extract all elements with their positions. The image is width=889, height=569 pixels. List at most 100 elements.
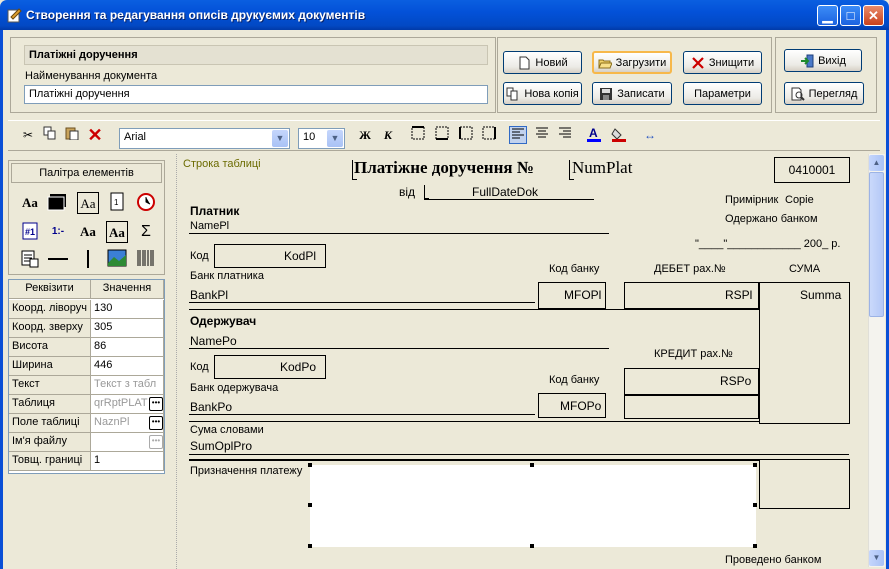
rs-po-field[interactable]: RSPo	[720, 374, 751, 388]
delete-element-icon[interactable]: ✕	[86, 126, 104, 144]
font-name-select[interactable]: Arial	[119, 128, 290, 149]
text-label-tool-icon[interactable]: Aa	[19, 192, 41, 214]
doc-title-bracket	[352, 160, 357, 180]
vline-tool-icon[interactable]	[77, 249, 99, 271]
document-canvas[interactable]: Строка таблиці Платіжне доручення № NumP…	[176, 154, 868, 569]
delete-button[interactable]: Знищити	[683, 51, 762, 74]
date-underline	[424, 199, 594, 200]
bank-po-field[interactable]: BankPo	[190, 400, 232, 414]
prop-name: Текст	[9, 376, 91, 395]
new-copy-button[interactable]: Нова копія	[503, 82, 582, 105]
scroll-down-icon[interactable]: ▼	[869, 550, 884, 566]
date-field[interactable]: FullDateDok	[472, 185, 538, 199]
minimize-button[interactable]: ▁	[817, 5, 838, 26]
num-plat[interactable]: NumPlat	[572, 158, 632, 178]
prop-name: Товщ. границі	[9, 452, 91, 471]
prop-value-left[interactable]: 130	[91, 300, 164, 319]
fill-color-icon[interactable]	[610, 126, 628, 144]
form-code[interactable]: 0410001	[774, 157, 850, 183]
preview-button[interactable]: Перегляд	[784, 82, 864, 105]
receiver-label: Одержувач	[190, 314, 257, 328]
barcode-tool-icon[interactable]	[135, 249, 157, 271]
align-right-icon[interactable]	[556, 126, 574, 144]
selected-purpose-field[interactable]	[310, 465, 756, 547]
db-framed-text-tool-icon[interactable]: Aa	[106, 221, 128, 243]
prop-value-width[interactable]: 446	[91, 357, 164, 376]
hline-tool-icon[interactable]	[47, 249, 69, 271]
prop-name: Таблиця	[9, 395, 91, 414]
filled-rect-tool-icon[interactable]	[47, 192, 69, 214]
sum-tool-icon[interactable]: Σ	[135, 221, 157, 243]
align-left-icon[interactable]	[509, 126, 527, 144]
save-button[interactable]: Записати	[592, 82, 672, 105]
doc-title[interactable]: Платіжне доручення №	[354, 158, 534, 178]
font-name-dropdown-arrow-icon[interactable]: ▼	[272, 130, 288, 147]
kod-pl-field[interactable]: KodPl	[284, 249, 316, 263]
copy-icon[interactable]	[41, 126, 59, 144]
save-button-label: Записати	[617, 87, 665, 100]
maximize-button[interactable]: □	[840, 5, 861, 26]
selection-handle[interactable]	[530, 463, 534, 467]
border-left-icon[interactable]	[457, 126, 475, 144]
selection-handle[interactable]	[753, 544, 757, 548]
scroll-up-icon[interactable]: ▲	[869, 155, 884, 171]
selection-handle[interactable]	[753, 503, 757, 507]
clock-tool-icon[interactable]	[135, 192, 157, 214]
table-field-ellipsis-icon[interactable]: •••	[149, 416, 163, 430]
selection-handle[interactable]	[308, 503, 312, 507]
border-top-icon[interactable]	[409, 126, 427, 144]
align-center-icon[interactable]	[533, 126, 551, 144]
table-ellipsis-icon[interactable]: •••	[149, 397, 163, 411]
prop-value-height[interactable]: 86	[91, 338, 164, 357]
font-color-icon[interactable]: A	[585, 126, 603, 144]
rs-pl-field[interactable]: RSPl	[725, 288, 752, 302]
selection-handle[interactable]	[530, 544, 534, 548]
doc-name-input[interactable]: Платіжні доручення	[24, 85, 488, 104]
prop-value-text[interactable]: Текст з табл	[91, 376, 164, 395]
paste-icon[interactable]	[63, 126, 81, 144]
image-tool-icon[interactable]	[106, 249, 128, 271]
cut-icon[interactable]: ✂	[19, 126, 37, 144]
kod-banku1-label: Код банку	[549, 263, 600, 275]
load-button[interactable]: Загрузити	[592, 51, 672, 74]
italic-button[interactable]: К	[379, 126, 397, 144]
summa-field[interactable]: Summa	[800, 288, 841, 302]
page-number-tool-icon[interactable]: 1	[106, 192, 128, 214]
prop-name: Поле таблиці	[9, 414, 91, 433]
close-button[interactable]: ✕	[863, 5, 884, 26]
purpose-divider	[189, 459, 759, 461]
framed-text-tool-icon[interactable]: Aa	[77, 192, 99, 214]
purpose-label: Призначення платежу	[190, 465, 303, 477]
name-po-field[interactable]: NamePo	[190, 334, 237, 348]
exit-button[interactable]: Вихід	[784, 49, 862, 72]
filename-ellipsis-icon[interactable]: •••	[149, 435, 163, 449]
border-bottom-icon[interactable]	[433, 126, 451, 144]
scroll-thumb[interactable]	[869, 172, 884, 317]
db-text-tool-icon[interactable]: Aa	[77, 221, 99, 243]
selection-handle[interactable]	[308, 544, 312, 548]
prop-value-top[interactable]: 305	[91, 319, 164, 338]
bold-button[interactable]: Ж	[356, 126, 374, 144]
prop-name: Коорд. ліворуч	[9, 300, 91, 319]
payer-name-field[interactable]: NamePl	[190, 220, 229, 232]
field-tool-icon[interactable]: #1	[19, 221, 41, 243]
align-tool-icon[interactable]: ↔	[641, 126, 659, 144]
num-plat-bracket	[569, 160, 574, 180]
prop-value-border-width[interactable]: 1	[91, 452, 164, 471]
selection-handle[interactable]	[308, 463, 312, 467]
new-button[interactable]: Новий	[503, 51, 582, 74]
kod2-label: Код	[190, 361, 209, 373]
bank-pl-field[interactable]: BankPl	[190, 288, 228, 302]
sum-opl-field[interactable]: SumOplPro	[190, 439, 252, 453]
list-tool-icon[interactable]: 1:-	[47, 221, 69, 243]
selection-handle[interactable]	[753, 463, 757, 467]
copy-label: Copie	[785, 194, 814, 206]
border-right-icon[interactable]	[480, 126, 498, 144]
mfo-pl-field[interactable]: MFOPl	[564, 288, 601, 302]
kod-po-field[interactable]: KodPo	[280, 360, 316, 374]
memo-tool-icon[interactable]	[19, 249, 41, 271]
mfo-po-field[interactable]: MFOPo	[560, 399, 601, 413]
font-size-dropdown-arrow-icon[interactable]: ▼	[327, 130, 343, 147]
params-button[interactable]: Параметри	[683, 82, 762, 105]
conducted-label: Проведено банком	[725, 554, 822, 566]
